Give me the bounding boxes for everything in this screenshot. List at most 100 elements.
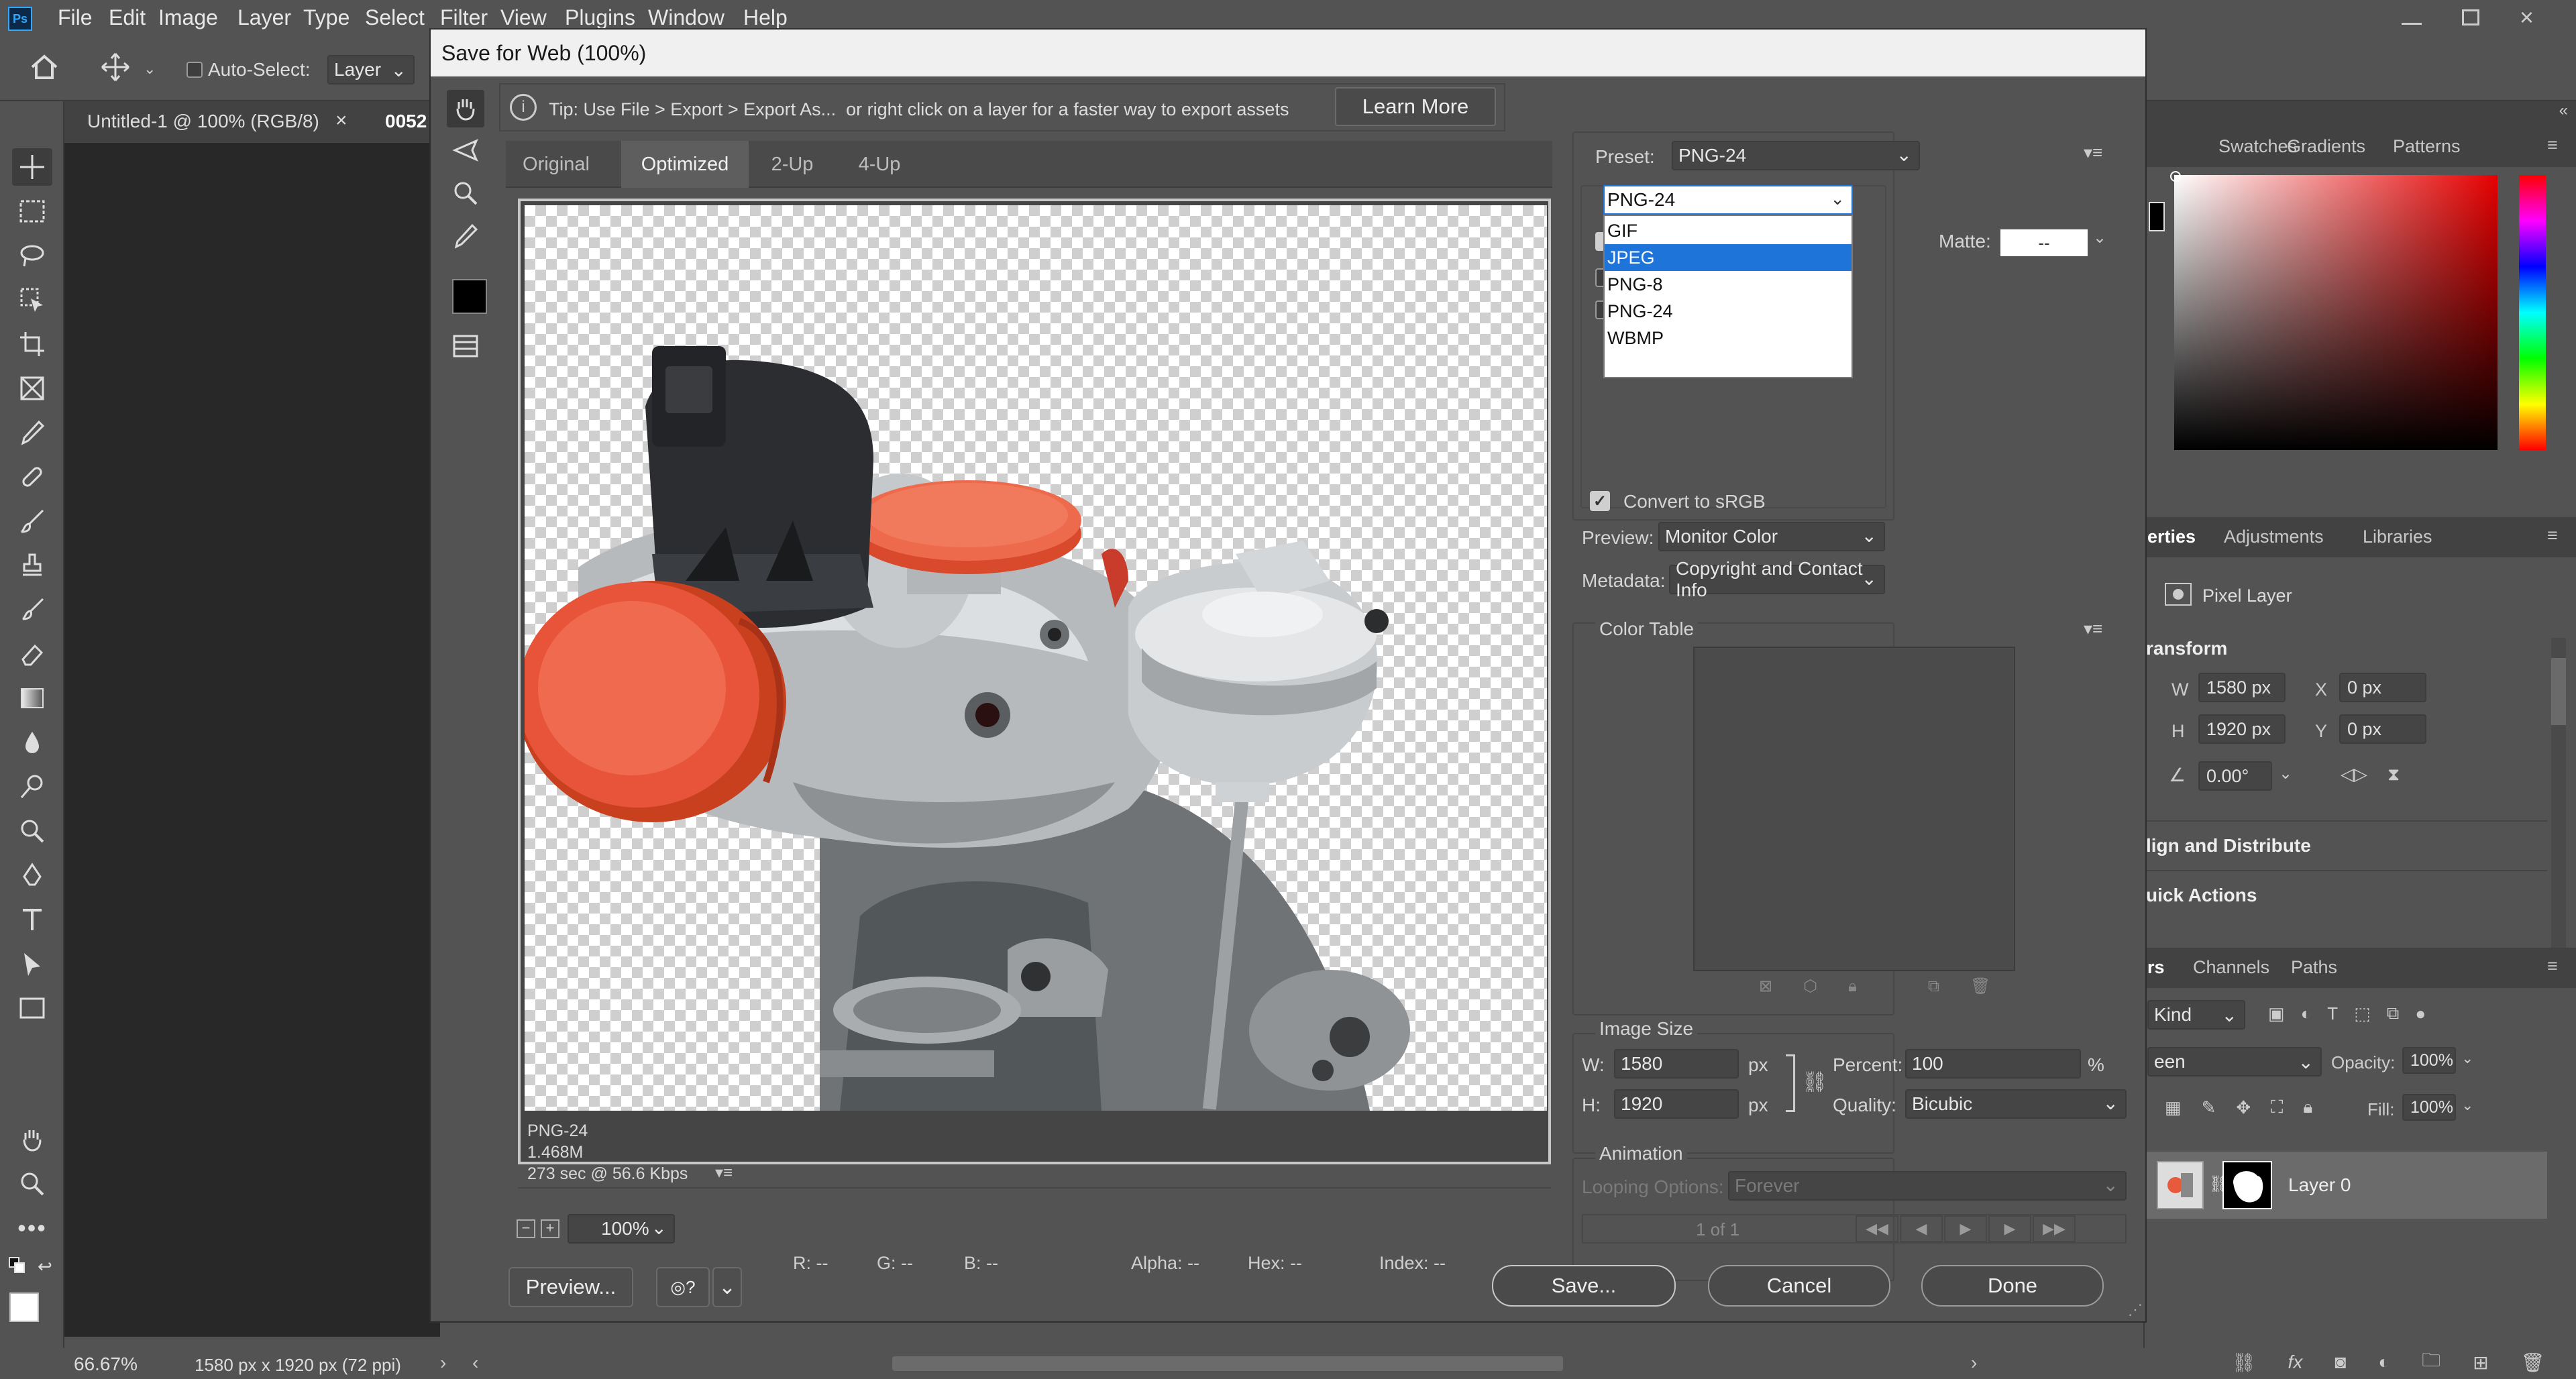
menu-type[interactable]: Type: [303, 5, 350, 30]
tab-4-up[interactable]: 4-Up: [843, 141, 916, 188]
flip-horizontal-icon[interactable]: ◁▷: [2341, 764, 2367, 785]
flip-vertical-icon[interactable]: ⧗: [2387, 764, 2400, 785]
convert-srgb-checkbox[interactable]: ✓: [1590, 491, 1610, 511]
crop-tool-icon[interactable]: [12, 325, 52, 363]
quality-select[interactable]: Bicubic ⌄: [1905, 1089, 2127, 1119]
eraser-tool-icon[interactable]: [12, 635, 52, 673]
browser-select-button[interactable]: ◎?: [656, 1267, 710, 1307]
link-layers-icon[interactable]: ⛓: [2232, 1352, 2256, 1374]
hand-tool-icon[interactable]: [12, 1121, 52, 1158]
transform-w-field[interactable]: 1580 px: [2198, 673, 2286, 702]
chevron-down-icon[interactable]: ⌄: [2461, 1097, 2473, 1114]
format-option-wbmp[interactable]: WBMP: [1605, 325, 1851, 351]
move-tool-icon[interactable]: [101, 52, 130, 82]
collapse-icon[interactable]: «: [2559, 101, 2568, 120]
rectangle-tool-icon[interactable]: [12, 989, 52, 1027]
optimized-preview-pane[interactable]: PNG-24 1.468M 273 sec @ 56.6 Kbps ▾≡: [518, 199, 1551, 1183]
foreground-color-chip[interactable]: [2149, 202, 2165, 231]
layer-name[interactable]: Layer 0: [2288, 1174, 2351, 1196]
image-height-field[interactable]: 1920: [1614, 1089, 1739, 1119]
new-layer-icon[interactable]: ⊞: [2473, 1352, 2488, 1374]
format-option-png-24[interactable]: PNG-24: [1605, 298, 1851, 325]
pen-tool-icon[interactable]: [12, 857, 52, 894]
transform-h-field[interactable]: 1920 px: [2198, 714, 2286, 744]
auto-select-checkbox[interactable]: [186, 62, 203, 78]
lock-all-icon[interactable]: 🔒︎: [2303, 1097, 2312, 1118]
menu-help[interactable]: Help: [743, 5, 788, 30]
add-color-icon[interactable]: ⧉: [1928, 977, 1939, 996]
learn-more-button[interactable]: Learn More: [1335, 87, 1496, 126]
tab-original[interactable]: Original: [506, 141, 606, 188]
eyedropper-color-swatch[interactable]: [452, 279, 487, 314]
zoom-tool-icon[interactable]: [447, 174, 484, 212]
resize-grip-icon[interactable]: ⋰: [2128, 1301, 2143, 1319]
last-frame-icon[interactable]: ▶▶: [2033, 1215, 2076, 1242]
search-icon[interactable]: [12, 812, 52, 850]
smart-object-filter-icon[interactable]: ⧉: [2387, 1003, 2400, 1024]
chevron-down-icon[interactable]: ⌄: [2279, 764, 2292, 783]
new-group-icon[interactable]: 🗀︎: [2422, 1346, 2440, 1378]
constrain-proportions-icon[interactable]: ⛓: [1802, 1070, 1827, 1094]
lock-color-icon[interactable]: 🔒︎: [1848, 977, 1857, 996]
angle-field[interactable]: 0.00°: [2198, 761, 2272, 791]
tab-libraries[interactable]: Libraries: [2363, 527, 2432, 547]
doc-tab-close-icon[interactable]: ×: [335, 109, 347, 132]
delete-color-icon[interactable]: 🗑︎: [1970, 977, 1990, 996]
tab-gradients[interactable]: Gradients: [2287, 136, 2365, 157]
tab-paths[interactable]: Paths: [2291, 957, 2337, 978]
color-table-menu-icon[interactable]: ▾≡: [2084, 618, 2102, 639]
next-frame-icon[interactable]: ▶: [1988, 1215, 2031, 1242]
dodge-tool-icon[interactable]: [12, 768, 52, 806]
tab-optimized[interactable]: Optimized: [621, 141, 749, 188]
tab-swatches[interactable]: Swatches: [2218, 136, 2297, 157]
gradient-tool-icon[interactable]: [12, 679, 52, 717]
brush-tool-icon[interactable]: [12, 502, 52, 540]
previous-frame-icon[interactable]: ◀: [1900, 1215, 1943, 1242]
move-tool-icon[interactable]: [12, 148, 52, 186]
align-distribute-heading[interactable]: lign and Distribute: [2146, 835, 2311, 857]
chevron-down-icon[interactable]: ⌄: [144, 60, 156, 78]
type-tool-icon[interactable]: [12, 901, 52, 938]
cancel-button[interactable]: Cancel: [1708, 1265, 1890, 1307]
zoom-in-icon[interactable]: +: [541, 1219, 559, 1238]
opacity-field[interactable]: 100%: [2402, 1047, 2456, 1074]
toggle-slices-icon[interactable]: [447, 327, 484, 365]
preview-in-browser-button[interactable]: Preview...: [508, 1267, 633, 1307]
zoom-level-select[interactable]: 100% ⌄: [568, 1214, 675, 1244]
color-picker-handle[interactable]: [2170, 171, 2181, 182]
frame-tool-icon[interactable]: [12, 370, 52, 407]
menu-view[interactable]: View: [500, 5, 547, 30]
menu-image[interactable]: Image: [158, 5, 218, 30]
properties-scrollbar[interactable]: [2551, 638, 2566, 987]
looping-options-select[interactable]: Forever ⌄: [1728, 1171, 2127, 1201]
lasso-tool-icon[interactable]: [12, 237, 52, 274]
format-option-gif[interactable]: GIF: [1605, 217, 1851, 244]
horizontal-scrollbar[interactable]: [892, 1356, 1563, 1371]
transform-heading[interactable]: ransform: [2146, 638, 2227, 659]
menu-edit[interactable]: Edit: [109, 5, 146, 30]
fill-field[interactable]: 100%: [2402, 1094, 2456, 1121]
lock-transparent-icon[interactable]: ▦: [2165, 1097, 2182, 1118]
tab-properties[interactable]: erties: [2147, 527, 2196, 547]
auto-select-target-select[interactable]: Layer ⌄: [327, 55, 415, 85]
optimize-menu-icon[interactable]: ▾≡: [2084, 142, 2102, 163]
filter-toggle-icon[interactable]: ●: [2415, 1003, 2426, 1024]
zoom-out-icon[interactable]: −: [517, 1219, 535, 1238]
default-colors-icon[interactable]: [8, 1256, 25, 1274]
format-option-png-8[interactable]: PNG-8: [1605, 271, 1851, 298]
blend-mode-select[interactable]: een ⌄: [2147, 1047, 2322, 1077]
more-tools-icon[interactable]: •••: [12, 1209, 52, 1247]
layer-kind-filter[interactable]: Kind ⌄: [2147, 1000, 2245, 1030]
menu-file[interactable]: File: [58, 5, 93, 30]
hand-tool-icon[interactable]: [447, 90, 484, 127]
slice-select-tool-icon[interactable]: [447, 131, 484, 169]
type-filter-icon[interactable]: T: [2327, 1003, 2338, 1024]
menu-plugins[interactable]: Plugins: [565, 5, 635, 30]
healing-brush-icon[interactable]: [12, 458, 52, 496]
download-rate-menu-icon[interactable]: ▾≡: [715, 1163, 733, 1182]
tab-patterns[interactable]: Patterns: [2393, 136, 2461, 157]
doc-tab-0052[interactable]: 0052: [385, 111, 427, 132]
tab-layers[interactable]: rs: [2147, 957, 2165, 978]
menu-filter[interactable]: Filter: [440, 5, 488, 30]
layer-row[interactable]: ⛓ Layer 0: [2145, 1152, 2547, 1219]
